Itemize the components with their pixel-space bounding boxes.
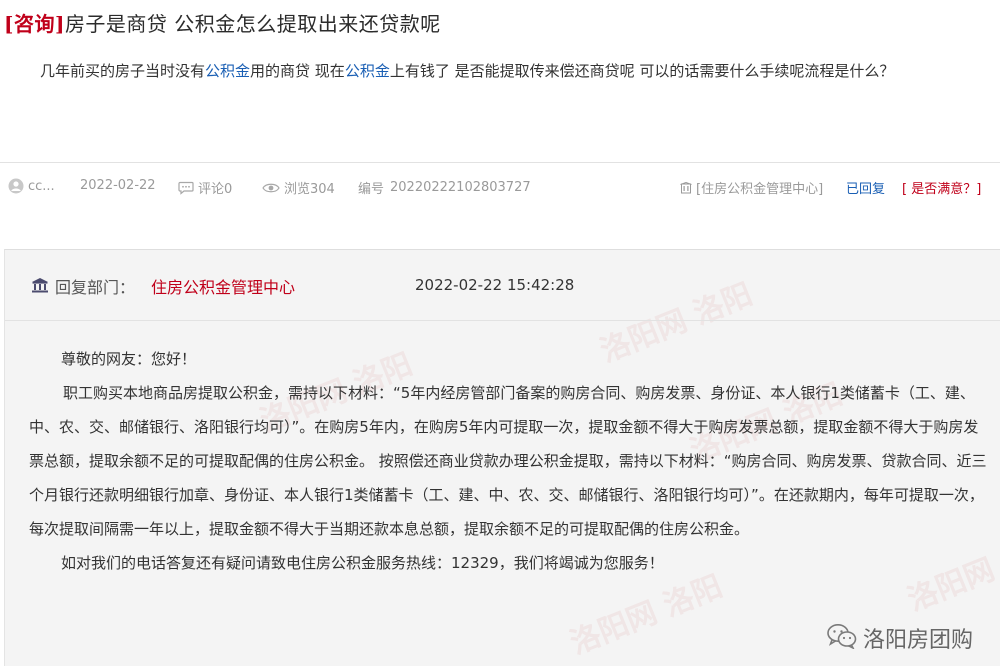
eye-icon [262,182,280,194]
building-icon [680,181,692,194]
meta-department: [住房公积金管理中心] [680,178,823,197]
user-icon [8,178,24,194]
reply-paragraph: 职工购买本地商品房提取公积金，需持以下材料：“5年内经房管部门备案的购房合同、购… [29,384,987,538]
serial-label: 编号 [358,182,385,197]
question-tag: [咨询] [4,12,65,36]
meta-author: cc... [8,178,55,194]
wechat-icon [827,623,857,653]
author-name[interactable]: cc... [28,179,55,194]
reply-panel: 洛阳网 洛阳 洛阳网 洛阳 洛阳网 洛阳 洛阳网 洛阳 洛阳网 回复部门： 住房… [4,249,1000,666]
meta-serial: 编号 20220222102803727 [358,178,531,197]
meta-date: 2022-02-22 [80,178,156,193]
comments-count: 评论0 [198,182,233,197]
keyword-link-gongjijin-1[interactable]: 公积金 [205,62,250,80]
reply-closing: 如对我们的电话答复还有疑问请致电住房公积金服务热线：12329，我们将竭诚为您服… [61,554,664,572]
page: [咨询]房子是商贷 公积金怎么提取出来还贷款呢 几年前买的房子当时没有公积金用的… [0,0,1000,666]
question-body: 几年前买的房子当时没有公积金用的商贷 现在公积金上有钱了 是否能提取传来偿还商贷… [6,54,984,88]
department-name[interactable]: [住房公积金管理中心] [696,178,823,197]
wechat-watermark: 洛阳房团购 [827,622,973,654]
comment-icon [178,181,194,195]
reply-content: 尊敬的网友：您好！ 职工购买本地商品房提取公积金，需持以下材料：“5年内经房管部… [29,342,987,580]
keyword-link-gongjijin-2[interactable]: 公积金 [345,62,390,80]
reply-header: 回复部门： 住房公积金管理中心 2022-02-22 15:42:28 [5,250,1000,321]
question-text-3: 上有钱了 是否能提取传来偿还商贷呢 可以的话需要什么手续呢流程是什么？ [389,62,895,80]
question-title: [咨询]房子是商贷 公积金怎么提取出来还贷款呢 [4,8,441,37]
department-building-icon [31,277,49,297]
reply-department-label: 回复部门： [55,278,136,297]
meta-row: cc... 2022-02-22 评论0 浏览304 编号 20220222102… [0,176,1000,200]
satisfaction-link[interactable]: [ 是否满意？] [902,178,981,197]
question-text-1: 几年前买的房子当时没有 [40,62,206,80]
meta-views: 浏览304 [262,178,335,197]
serial-number: 20220222102803727 [390,180,531,195]
question-text-2: 用的商贷 现在 [250,62,345,80]
reply-timestamp: 2022-02-22 15:42:28 [415,276,575,294]
meta-divider [0,162,1000,163]
wechat-account-name: 洛阳房团购 [862,628,973,653]
meta-comments[interactable]: 评论0 [178,178,232,197]
reply-greeting: 尊敬的网友：您好！ [61,350,197,368]
reply-department-name[interactable]: 住房公积金管理中心 [151,274,295,298]
question-title-text: 房子是商贷 公积金怎么提取出来还贷款呢 [64,12,441,36]
reply-status: 已回复 [846,182,886,197]
views-count: 浏览304 [284,182,335,197]
